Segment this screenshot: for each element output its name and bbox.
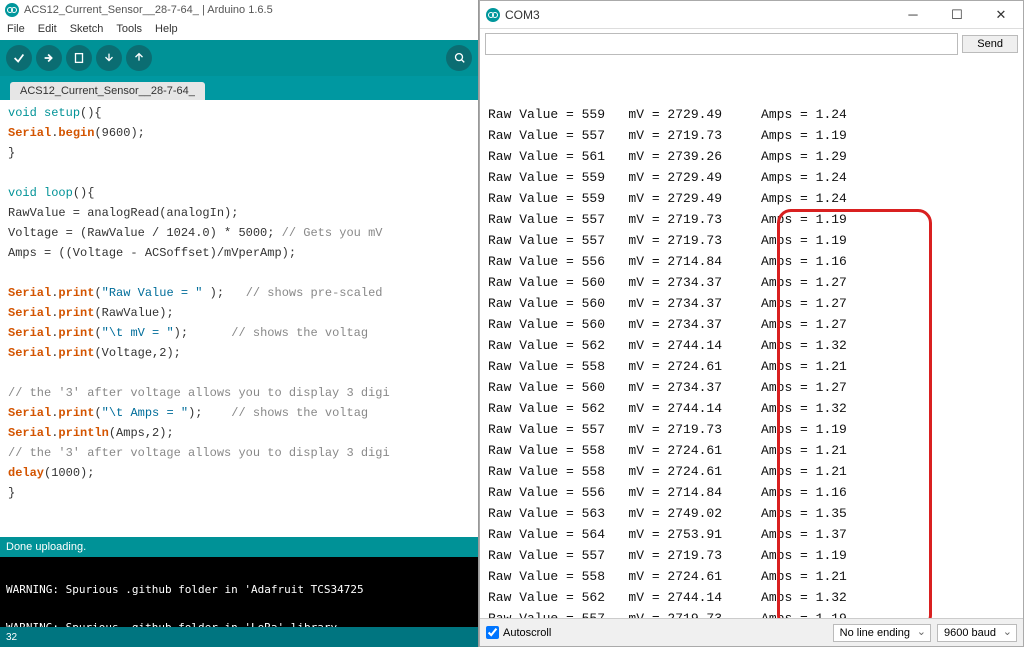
arduino-logo-icon bbox=[486, 8, 500, 22]
ide-status-bar: Done uploading. bbox=[0, 537, 478, 557]
ide-console[interactable]: WARNING: Spurious .github folder in 'Ada… bbox=[0, 557, 478, 627]
menu-help[interactable]: Help bbox=[150, 21, 183, 37]
baud-select[interactable]: 9600 baud bbox=[937, 624, 1017, 642]
serial-monitor-window: COM3 ─ ☐ ✕ Send Raw Value = 559 mV = 272… bbox=[479, 0, 1024, 647]
serial-send-button[interactable]: Send bbox=[962, 35, 1018, 53]
ide-titlebar: ACS12_Current_Sensor__28-7-64_ | Arduino… bbox=[0, 0, 478, 20]
serial-monitor-button[interactable] bbox=[446, 45, 472, 71]
serial-window-title: COM3 bbox=[505, 8, 540, 22]
ide-window-title: ACS12_Current_Sensor__28-7-64_ | Arduino… bbox=[24, 4, 273, 16]
ide-footer: 32 bbox=[0, 627, 478, 647]
autoscroll-checkbox-input[interactable] bbox=[486, 626, 499, 639]
ide-toolbar bbox=[0, 40, 478, 76]
ide-menubar[interactable]: File Edit Sketch Tools Help bbox=[0, 20, 478, 40]
line-ending-select[interactable]: No line ending bbox=[833, 624, 931, 642]
line-number: 32 bbox=[6, 632, 17, 643]
code-editor[interactable]: void setup(){ Serial.begin(9600); } void… bbox=[0, 100, 478, 537]
serial-output-lines: Raw Value = 559 mV = 2729.49 Amps = 1.24… bbox=[488, 104, 1015, 618]
open-sketch-button[interactable] bbox=[96, 45, 122, 71]
sketch-tab[interactable]: ACS12_Current_Sensor__28-7-64_ bbox=[10, 82, 205, 100]
verify-button[interactable] bbox=[6, 45, 32, 71]
autoscroll-label: Autoscroll bbox=[503, 627, 551, 639]
new-sketch-button[interactable] bbox=[66, 45, 92, 71]
menu-tools[interactable]: Tools bbox=[111, 21, 147, 37]
tab-bar: ACS12_Current_Sensor__28-7-64_ bbox=[0, 76, 478, 100]
arduino-ide-window: ACS12_Current_Sensor__28-7-64_ | Arduino… bbox=[0, 0, 479, 647]
serial-titlebar: COM3 ─ ☐ ✕ bbox=[480, 1, 1023, 29]
minimize-button[interactable]: ─ bbox=[891, 1, 935, 28]
menu-file[interactable]: File bbox=[2, 21, 30, 37]
serial-send-row: Send bbox=[480, 29, 1023, 59]
close-button[interactable]: ✕ bbox=[979, 1, 1023, 28]
console-line: WARNING: Spurious .github folder in 'Ada… bbox=[6, 583, 364, 596]
serial-footer: Autoscroll No line ending 9600 baud bbox=[480, 618, 1023, 646]
save-sketch-button[interactable] bbox=[126, 45, 152, 71]
serial-input-field[interactable] bbox=[485, 33, 958, 55]
upload-button[interactable] bbox=[36, 45, 62, 71]
autoscroll-checkbox[interactable]: Autoscroll bbox=[486, 626, 551, 639]
status-text: Done uploading. bbox=[6, 541, 86, 553]
serial-output[interactable]: Raw Value = 559 mV = 2729.49 Amps = 1.24… bbox=[480, 59, 1023, 618]
menu-sketch[interactable]: Sketch bbox=[65, 21, 109, 37]
maximize-button[interactable]: ☐ bbox=[935, 1, 979, 28]
arduino-logo-icon bbox=[5, 3, 19, 17]
menu-edit[interactable]: Edit bbox=[33, 21, 62, 37]
